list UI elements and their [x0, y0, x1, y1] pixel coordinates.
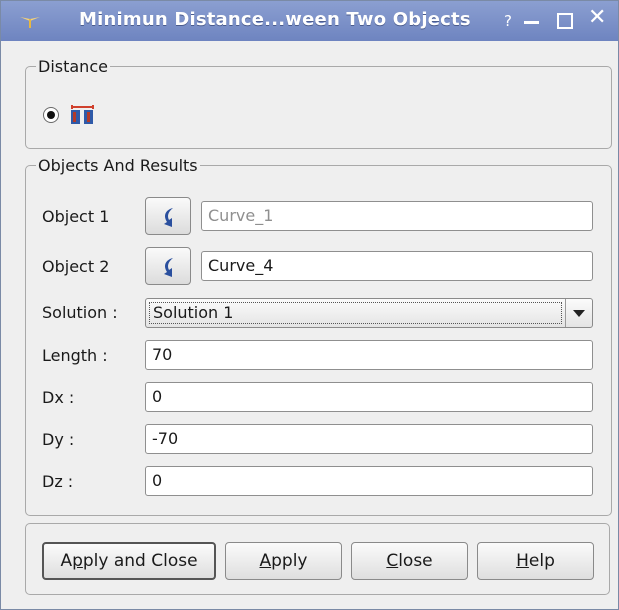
distance-option-radio[interactable] [43, 107, 59, 123]
object1-label: Object 1 [42, 207, 110, 226]
distance-group-label: Distance [38, 57, 108, 76]
object2-select-button[interactable] [145, 247, 191, 285]
window-title: Minimun Distance...ween Two Objects [79, 9, 471, 30]
apply-mnemonic: A [259, 551, 272, 571]
distance-group: Distance [25, 57, 612, 149]
apply-close-text-end: ply and Close [82, 551, 198, 571]
select-arrow-icon [164, 208, 173, 227]
help-text-end: elp [528, 551, 555, 571]
maximize-icon[interactable] [556, 9, 574, 31]
close-icon[interactable]: ✕ [588, 7, 606, 29]
help-mnemonic: H [516, 551, 529, 571]
close-text-end: lose [398, 551, 433, 571]
objects-results-group-label: Objects And Results [38, 156, 198, 175]
dz-field[interactable]: 0 [145, 466, 593, 496]
solution-dropdown[interactable]: Solution 1 [145, 298, 593, 328]
dy-label: Dy : [42, 430, 75, 449]
close-mnemonic: C [386, 551, 399, 571]
apply-text-end: pply [271, 551, 308, 571]
apply-and-close-button[interactable]: Apply and Close [42, 542, 216, 580]
dx-label: Dx : [42, 388, 75, 407]
length-label: Length : [42, 346, 108, 365]
chevron-down-icon[interactable] [565, 299, 592, 327]
solution-selected: Solution 1 [149, 302, 562, 324]
minimize-icon[interactable] [522, 9, 542, 31]
apply-close-mnemonic: p [72, 551, 83, 571]
close-button[interactable]: Close [351, 542, 468, 580]
select-arrow-icon [164, 258, 173, 277]
app-icon [20, 17, 40, 28]
dz-label: Dz : [42, 472, 74, 491]
help-icon[interactable]: ? [504, 10, 512, 32]
dy-field[interactable]: -70 [145, 424, 593, 454]
title-bar[interactable]: Minimun Distance...ween Two Objects ? ✕ [1, 1, 618, 41]
object1-field[interactable]: Curve_1 [201, 201, 593, 231]
object2-label: Object 2 [42, 257, 110, 276]
object2-field[interactable]: Curve_4 [201, 251, 593, 281]
solution-label: Solution : [42, 303, 118, 322]
two-objects-distance-icon [71, 105, 94, 124]
help-button[interactable]: Help [477, 542, 594, 580]
length-field[interactable]: 70 [145, 340, 593, 370]
apply-close-text-start: A [60, 551, 73, 571]
dx-field[interactable]: 0 [145, 382, 593, 412]
object1-select-button[interactable] [145, 197, 191, 235]
apply-button[interactable]: Apply [225, 542, 342, 580]
dialog-window: Minimun Distance...ween Two Objects ? ✕ … [0, 0, 619, 610]
